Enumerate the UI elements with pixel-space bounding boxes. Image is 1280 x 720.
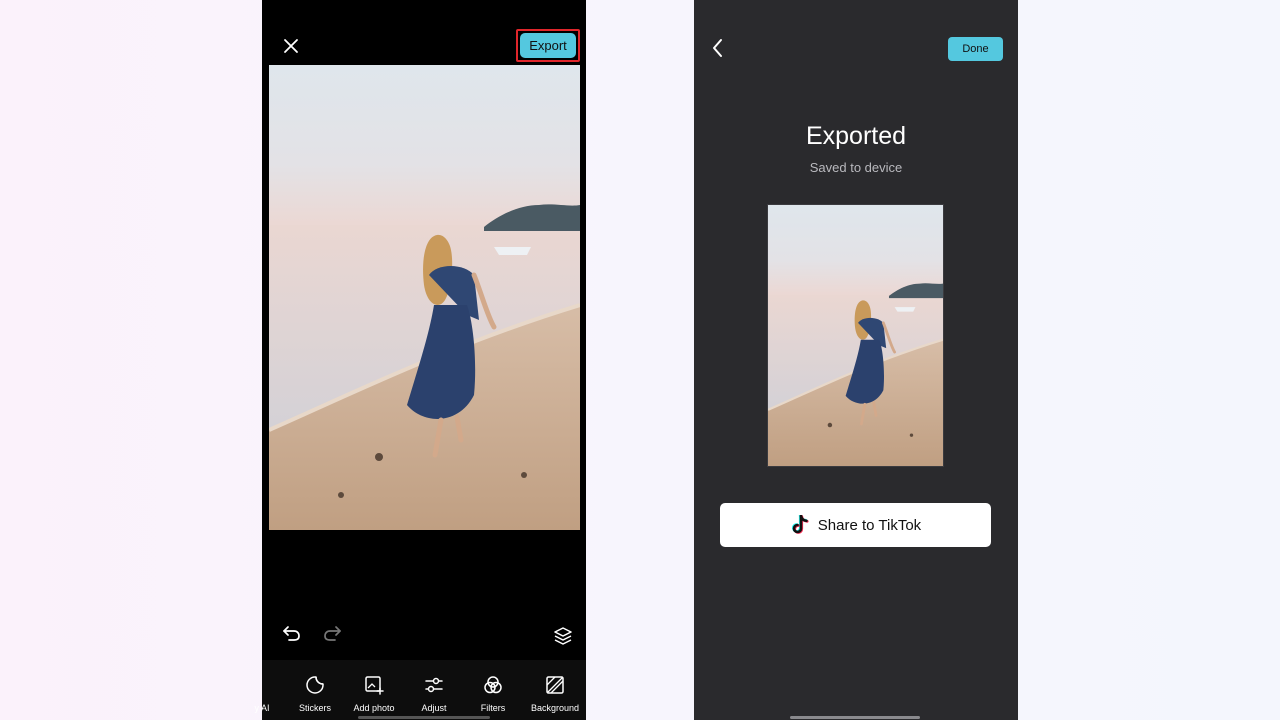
undo-icon — [283, 626, 300, 641]
tool-label: Stickers — [298, 703, 331, 713]
tool-label: Add photo — [353, 703, 395, 713]
edited-photo[interactable] — [269, 65, 580, 530]
layers-icon — [554, 627, 572, 645]
tool-stickers[interactable]: Stickers — [285, 674, 345, 718]
chevron-left-icon — [713, 39, 722, 57]
tool-label: Filters — [480, 703, 506, 713]
redo-icon — [324, 626, 341, 641]
tool-label: y AI — [254, 703, 270, 713]
back-button[interactable] — [707, 37, 729, 59]
tool-label: Adjust — [421, 703, 447, 713]
tool-add-photo[interactable]: Add photo — [344, 674, 404, 718]
ai-icon — [251, 674, 273, 696]
close-icon — [284, 39, 298, 53]
close-button[interactable] — [280, 35, 302, 57]
redo-button[interactable] — [320, 621, 344, 645]
undo-button[interactable] — [280, 621, 304, 645]
share-label: Share to TikTok — [817, 516, 922, 534]
bottom-toolbar: y AI Stickers Add photo Adjust Filters B… — [254, 660, 586, 720]
share-to-tiktok-button[interactable]: Share to TikTok — [720, 503, 991, 547]
page-title: Exported — [805, 122, 907, 150]
sliders-icon — [423, 674, 445, 696]
home-indicator — [358, 716, 490, 719]
tool-background[interactable]: Background — [525, 674, 585, 718]
exported-photo-preview — [767, 204, 944, 467]
home-indicator — [790, 716, 920, 719]
tool-label: Background — [530, 703, 580, 713]
export-button[interactable]: Export — [520, 33, 576, 58]
tool-adjust[interactable]: Adjust — [404, 674, 464, 718]
sticker-icon — [304, 674, 326, 696]
done-button[interactable]: Done — [948, 37, 1003, 61]
tool-ai[interactable]: y AI — [232, 674, 292, 718]
add-photo-icon — [363, 674, 385, 696]
tiktok-icon — [790, 514, 810, 536]
page-subtitle: Saved to device — [809, 160, 903, 175]
layers-button[interactable] — [551, 624, 575, 648]
tool-filters[interactable]: Filters — [463, 674, 523, 718]
background-icon — [544, 674, 566, 696]
filters-icon — [482, 674, 504, 696]
